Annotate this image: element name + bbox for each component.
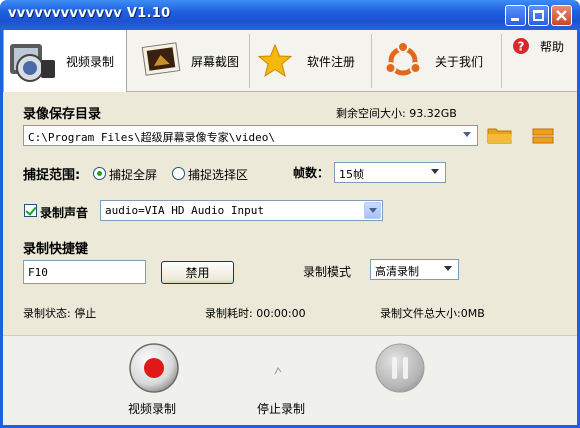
record-mode-select[interactable]: 高清录制 (370, 259, 459, 280)
fps-value: 15帧 (339, 168, 364, 181)
record-elapsed-text: 录制耗时: 00:00:00 (205, 307, 306, 320)
video-camera-icon (10, 43, 55, 82)
svg-text:?: ? (518, 40, 525, 54)
settings-panel: 录像保存目录 剩余空间大小: 93.32GB C:\Program Files\… (3, 92, 577, 335)
record-button-label: 视频录制 (128, 402, 177, 416)
pause-button[interactable] (375, 343, 425, 393)
maximize-button[interactable] (528, 5, 549, 26)
tab-separator (501, 34, 502, 88)
minimize-button[interactable] (505, 5, 526, 26)
hotkey-input[interactable]: F10 (23, 260, 146, 284)
photo-icon (141, 42, 181, 76)
chevron-down-icon (364, 202, 381, 219)
tab-label: 软件注册 (307, 54, 356, 69)
tab-register[interactable]: 软件注册 (251, 30, 369, 92)
fps-label: 帧数： (293, 166, 330, 180)
free-space-label: 剩余空间大小: 93.32GB (336, 107, 457, 120)
capture-range-title: 捕捉范围: (23, 168, 81, 183)
save-path-select[interactable]: C:\Program Files\超级屏幕录像专家\video\ (23, 125, 478, 146)
maximize-icon (533, 10, 544, 21)
capture-select-area-radio[interactable] (172, 167, 185, 180)
record-mode-value: 高清录制 (375, 265, 419, 278)
record-size-text: 录制文件总大小:0MB (380, 307, 485, 320)
minimize-icon (511, 18, 519, 21)
stop-button-label: 停止录制 (257, 402, 306, 416)
record-audio-label: 录制声音 (40, 206, 89, 220)
pause-icon (392, 357, 397, 379)
tab-label: 帮助 (540, 40, 565, 54)
audio-device-select[interactable]: audio=VIA HD Audio Input (100, 200, 383, 221)
chevron-down-icon (459, 127, 476, 144)
folder-open-button[interactable] (487, 125, 513, 145)
close-button[interactable] (551, 5, 572, 26)
record-status-text: 录制状态: 停止 (23, 307, 97, 320)
capture-select-area-label: 捕捉选择区 (188, 168, 249, 182)
tab-label: 关于我们 (435, 54, 484, 69)
tab-label: 屏幕截图 (191, 54, 240, 69)
window-title: vvvvvvvvvvvvv V1.10 (8, 6, 171, 21)
fps-select[interactable]: 15帧 (334, 162, 446, 183)
tab-separator (371, 34, 372, 88)
stop-icon (274, 367, 282, 375)
record-audio-checkbox[interactable] (24, 204, 37, 217)
ubuntu-logo-icon (384, 41, 422, 76)
tab-about[interactable]: 关于我们 (373, 30, 501, 92)
chevron-down-icon (427, 164, 444, 181)
tab-separator (249, 34, 250, 88)
record-button[interactable] (129, 343, 179, 393)
close-icon (556, 10, 567, 21)
tab-label: 视频录制 (66, 55, 115, 69)
capture-full-screen-label: 捕捉全屏 (109, 168, 158, 182)
save-dir-title: 录像保存目录 (23, 107, 102, 122)
audio-device-value: audio=VIA HD Audio Input (105, 204, 264, 217)
save-path-value: C:\Program Files\超级屏幕录像专家\video\ (28, 131, 275, 144)
capture-full-screen-radio[interactable] (93, 167, 106, 180)
folder-stack-button[interactable] (531, 126, 555, 146)
stop-button[interactable] (273, 366, 283, 376)
control-panel: 视频录制 停止录制 (3, 335, 577, 425)
tab-screenshot[interactable]: 屏幕截图 (131, 30, 249, 92)
hotkey-title: 录制快捷键 (23, 242, 89, 257)
chevron-down-icon (440, 261, 457, 278)
star-icon (257, 43, 293, 78)
main-toolbar: 视频录制 屏幕截图 软件注册 关于我们 ? 帮助 (3, 30, 577, 93)
help-icon: ? (513, 38, 529, 54)
record-dot-icon (144, 358, 164, 378)
title-bar[interactable]: vvvvvvvvvvvvv V1.10 (0, 0, 580, 30)
tab-help[interactable]: ? 帮助 (508, 30, 574, 92)
tab-video-record[interactable]: 视频录制 (3, 30, 127, 93)
record-mode-label: 录制模式 (303, 265, 352, 279)
disable-hotkey-button[interactable]: 禁用 (161, 261, 234, 284)
